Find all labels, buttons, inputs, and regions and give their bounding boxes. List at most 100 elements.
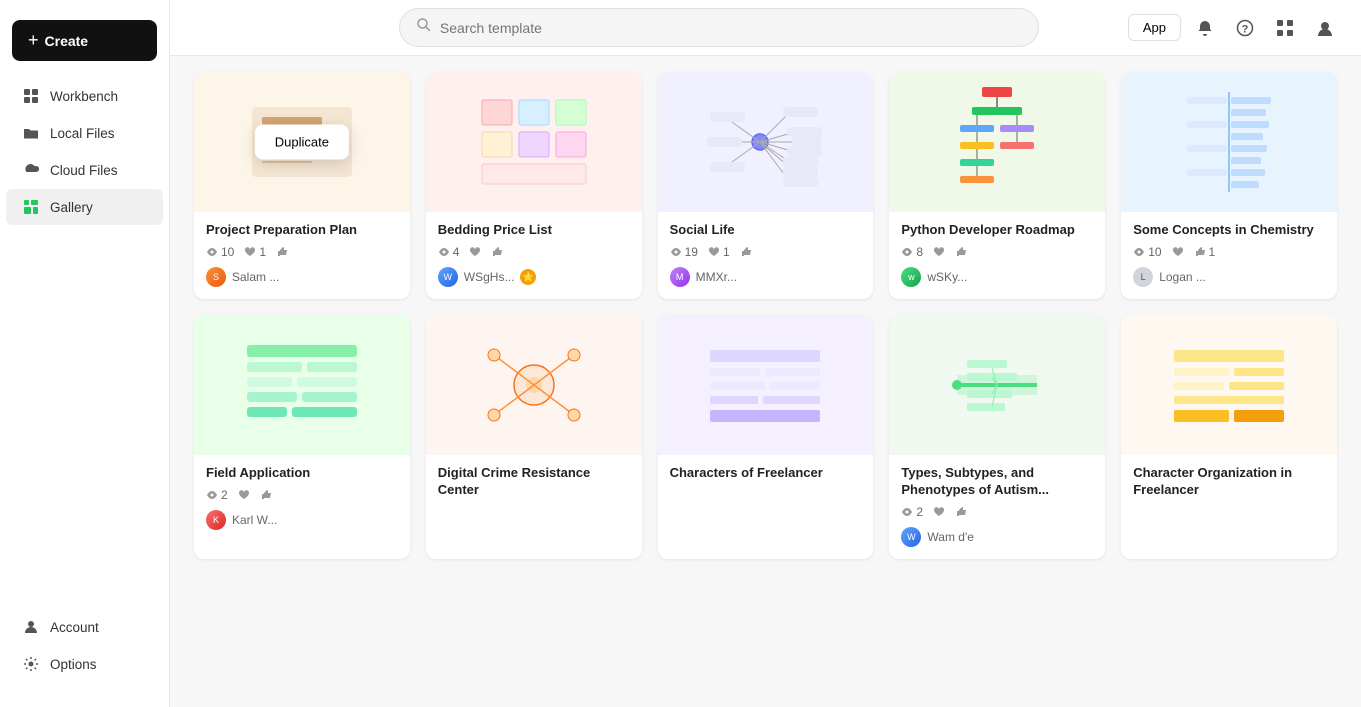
cloud-icon <box>22 161 40 179</box>
views-stat: 2 <box>206 488 228 502</box>
card-thumb-field <box>194 315 410 455</box>
author-name: Wam d'e <box>927 530 974 544</box>
view-count: 10 <box>221 245 234 259</box>
avatar: L <box>1133 267 1153 287</box>
views-stat: 10 <box>1133 245 1161 259</box>
thumbup-stat: 1 <box>1194 245 1216 259</box>
card-info-social: Social Life 19 1 M MMXr. <box>658 212 874 299</box>
views-stat: 8 <box>901 245 923 259</box>
views-stat: 2 <box>901 505 923 519</box>
svg-text:?: ? <box>1242 23 1249 35</box>
views-stat: 19 <box>670 245 698 259</box>
sidebar-item-local-files[interactable]: Local Files <box>6 115 163 151</box>
card-bedding[interactable]: Bedding Price List 4 W WSgHs... <box>426 72 642 299</box>
avatar: w <box>901 267 921 287</box>
help-icon[interactable]: ? <box>1229 12 1261 44</box>
sidebar-item-workbench-label: Workbench <box>50 89 118 104</box>
card-field[interactable]: Field Application 2 K Karl W... <box>194 315 410 559</box>
card-stats-chemistry: 10 1 <box>1133 245 1325 259</box>
card-thumb-charorg <box>1121 315 1337 455</box>
card-info-charorg: Character Organization in Freelancer <box>1121 455 1337 517</box>
search-input[interactable] <box>440 20 1022 36</box>
sidebar-item-workbench[interactable]: Workbench <box>6 78 163 114</box>
card-social-life[interactable]: Social Life 19 1 M MMXr. <box>658 72 874 299</box>
card-stats-social: 19 1 <box>670 245 862 259</box>
user-icon <box>22 618 40 636</box>
card-info-digital: Digital Crime Resistance Center <box>426 455 642 517</box>
sidebar-item-options-label: Options <box>50 657 97 672</box>
likes-stat: 1 <box>708 245 730 259</box>
card-thumb-social <box>658 72 874 212</box>
card-char-org[interactable]: Character Organization in Freelancer <box>1121 315 1337 559</box>
grid-view-icon[interactable] <box>1269 12 1301 44</box>
card-thumb-python <box>889 72 1105 212</box>
create-button[interactable]: + Create <box>12 20 157 61</box>
card-digital-crime[interactable]: Digital Crime Resistance Center <box>426 315 642 559</box>
views-stat: 4 <box>438 245 460 259</box>
likes-stat <box>238 489 250 501</box>
card-thumb-autism <box>889 315 1105 455</box>
view-count: 2 <box>221 488 228 502</box>
card-author-bedding: W WSgHs... ⭐ <box>438 267 630 287</box>
card-info-chemistry: Some Concepts in Chemistry 10 1 L <box>1121 212 1337 299</box>
card-thumb-bedding <box>426 72 642 212</box>
card-title-digital: Digital Crime Resistance Center <box>438 465 630 499</box>
sidebar-item-cloud-files[interactable]: Cloud Files <box>6 152 163 188</box>
likes-stat <box>933 246 945 258</box>
sidebar-bottom: Account Options <box>0 608 169 695</box>
create-label: Create <box>45 33 89 49</box>
avatar: K <box>206 510 226 530</box>
like-count: 1 <box>723 245 730 259</box>
avatar: M <box>670 267 690 287</box>
card-python[interactable]: Python Developer Roadmap 8 w wSKy... <box>889 72 1105 299</box>
card-author-autism: W Wam d'e <box>901 527 1093 547</box>
card-project-preparation[interactable]: Duplicate Project Preparation Plan 10 <box>194 72 410 299</box>
settings-icon <box>22 655 40 673</box>
notification-icon[interactable] <box>1189 12 1221 44</box>
likes-stat: 1 <box>244 245 266 259</box>
user-avatar-icon[interactable] <box>1309 12 1341 44</box>
sidebar-item-gallery-label: Gallery <box>50 200 93 215</box>
sidebar-item-gallery[interactable]: Gallery <box>6 189 163 225</box>
avatar: S <box>206 267 226 287</box>
card-title-project: Project Preparation Plan <box>206 222 398 239</box>
like-count: 1 <box>259 245 266 259</box>
card-title-chemistry: Some Concepts in Chemistry <box>1133 222 1325 239</box>
card-info-field: Field Application 2 K Karl W... <box>194 455 410 542</box>
folder-icon <box>22 124 40 142</box>
card-stats-bedding: 4 <box>438 245 630 259</box>
sidebar-item-options[interactable]: Options <box>6 646 163 682</box>
thumbup-stat <box>260 489 272 501</box>
search-icon <box>416 17 432 38</box>
view-count: 10 <box>1148 245 1161 259</box>
author-name: Karl W... <box>232 513 277 527</box>
card-info-freelancer: Characters of Freelancer <box>658 455 874 500</box>
main-content: App ? <box>170 0 1361 707</box>
card-thumb-project: Duplicate <box>194 72 410 212</box>
thumbup-stat <box>491 246 503 258</box>
author-name: MMXr... <box>696 270 737 284</box>
card-characters-freelancer[interactable]: Characters of Freelancer <box>658 315 874 559</box>
card-stats-project: 10 1 <box>206 245 398 259</box>
card-autism[interactable]: Types, Subtypes, and Phenotypes of Autis… <box>889 315 1105 559</box>
thumbup-stat <box>955 506 967 518</box>
grid-icon <box>22 87 40 105</box>
card-author-field: K Karl W... <box>206 510 398 530</box>
card-info-project: Project Preparation Plan 10 1 S <box>194 212 410 299</box>
card-title-bedding: Bedding Price List <box>438 222 630 239</box>
author-name: WSgHs... <box>464 270 515 284</box>
gallery-grid: Duplicate Project Preparation Plan 10 <box>170 56 1361 707</box>
card-thumb-chemistry <box>1121 72 1337 212</box>
likes-stat <box>933 506 945 518</box>
card-title-field: Field Application <box>206 465 398 482</box>
app-button[interactable]: App <box>1128 14 1181 41</box>
card-title-python: Python Developer Roadmap <box>901 222 1093 239</box>
thumbup-count: 1 <box>1209 245 1216 259</box>
likes-stat <box>1172 246 1184 258</box>
sidebar-item-account[interactable]: Account <box>6 609 163 645</box>
plus-icon: + <box>28 30 39 51</box>
card-chemistry[interactable]: Some Concepts in Chemistry 10 1 L <box>1121 72 1337 299</box>
sidebar-item-local-files-label: Local Files <box>50 126 115 141</box>
card-info-python: Python Developer Roadmap 8 w wSKy... <box>889 212 1105 299</box>
view-count: 2 <box>916 505 923 519</box>
